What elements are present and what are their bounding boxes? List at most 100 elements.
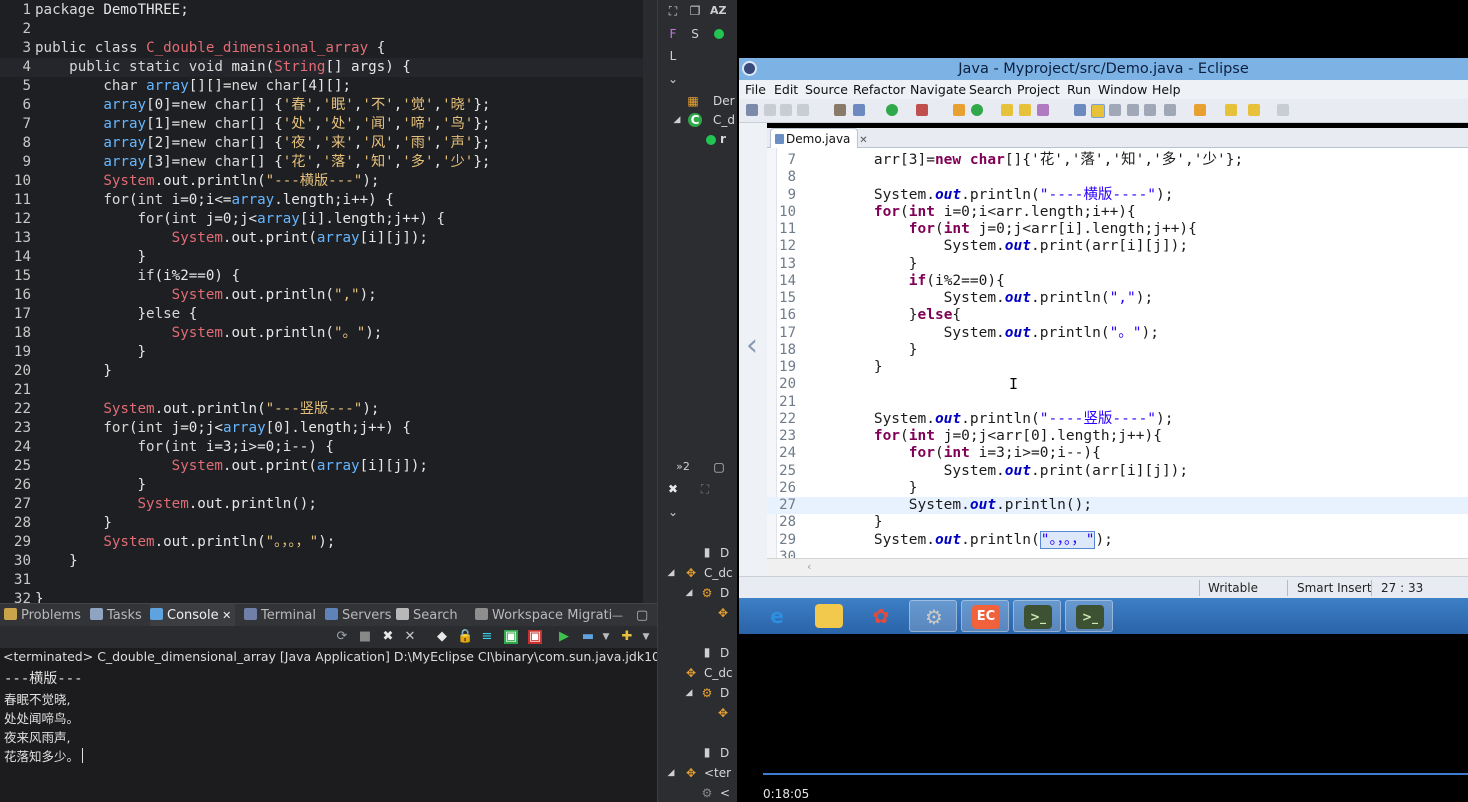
back-icon[interactable] bbox=[1225, 104, 1237, 116]
print-icon[interactable] bbox=[780, 104, 792, 116]
maximize-icon[interactable]: ▢ bbox=[712, 460, 726, 474]
refresh-icon[interactable]: ⟳ bbox=[335, 630, 349, 644]
block-select-icon[interactable] bbox=[1109, 104, 1121, 116]
hide-fields-icon[interactable]: F bbox=[666, 27, 680, 41]
clear-console-icon[interactable]: ◆ bbox=[435, 630, 449, 644]
debug-item[interactable]: < bbox=[720, 786, 730, 800]
scroll-lock-icon[interactable]: 🔒 bbox=[457, 630, 473, 644]
toggle-mark-icon[interactable] bbox=[1074, 104, 1086, 116]
tab-workspace-migrati[interactable]: Workspace Migrati bbox=[475, 604, 616, 627]
new-package-icon[interactable] bbox=[953, 104, 965, 116]
menu-project[interactable]: Project bbox=[1017, 80, 1060, 99]
tab-terminal[interactable]: Terminal bbox=[244, 604, 320, 627]
forward-icon[interactable] bbox=[1248, 104, 1260, 116]
collapse-all-icon[interactable]: ❐ bbox=[688, 4, 702, 18]
taskbar-dos1-button[interactable]: >_ bbox=[1013, 600, 1061, 632]
chevron-down-icon[interactable]: ▼ bbox=[599, 630, 613, 644]
remove-all-icon[interactable]: ✕ bbox=[403, 630, 417, 644]
chevron-left-icon[interactable]: ‹ bbox=[807, 560, 811, 573]
debug-item[interactable]: D bbox=[720, 646, 729, 660]
tab-servers[interactable]: Servers bbox=[325, 604, 395, 627]
menu-file[interactable]: File bbox=[745, 80, 766, 99]
tab-demo-java[interactable]: Demo.java ✕ bbox=[770, 128, 868, 148]
debug-item[interactable]: D bbox=[720, 546, 729, 560]
chevron-left-icon[interactable]: ‹ bbox=[742, 330, 762, 362]
skip-breakpoints-icon[interactable] bbox=[834, 104, 846, 116]
debug-item[interactable]: D bbox=[720, 686, 729, 700]
sort-icon[interactable]: AZ bbox=[710, 4, 727, 18]
word-wrap-icon[interactable] bbox=[1144, 104, 1156, 116]
menu-source[interactable]: Source bbox=[805, 80, 848, 99]
remove-launch-icon[interactable]: ✖ bbox=[381, 630, 395, 644]
overflow-views-icon[interactable]: »2 bbox=[676, 460, 690, 474]
chevron-down-icon[interactable]: ⌄ bbox=[666, 72, 680, 86]
new-class-icon[interactable] bbox=[971, 104, 983, 116]
video-progress-bar[interactable] bbox=[763, 773, 1468, 775]
search-icon[interactable] bbox=[1037, 104, 1049, 116]
debug-item[interactable]: <ter bbox=[704, 766, 731, 780]
tab-tasks[interactable]: Tasks bbox=[90, 604, 146, 627]
debug-item[interactable]: C_dc bbox=[704, 566, 733, 580]
stop-icon[interactable]: ■ bbox=[358, 630, 372, 644]
remove-launch-icon[interactable]: ✖ bbox=[666, 482, 680, 496]
new-icon[interactable] bbox=[746, 104, 758, 116]
external-tools-icon[interactable] bbox=[916, 104, 928, 116]
display-console-icon[interactable]: ▬ bbox=[581, 630, 595, 644]
menu-help[interactable]: Help bbox=[1152, 80, 1181, 99]
debug-item[interactable]: D bbox=[720, 746, 729, 760]
left-code-editor[interactable]: 1 package DemoTHREE; 2 3 public class C_doub… bbox=[0, 0, 657, 603]
next-annotation-icon[interactable] bbox=[1164, 104, 1176, 116]
taskbar-media-button[interactable]: ✿ bbox=[857, 600, 905, 632]
chevron-down-icon[interactable]: ▼ bbox=[639, 630, 653, 644]
menu-edit[interactable]: Edit bbox=[774, 80, 798, 99]
run-icon[interactable] bbox=[886, 104, 898, 116]
open-task-icon[interactable] bbox=[1019, 104, 1031, 116]
debug-icon[interactable] bbox=[853, 104, 865, 116]
word-wrap-icon[interactable]: ≡ bbox=[480, 630, 494, 644]
outline-item-method[interactable]: r bbox=[720, 132, 726, 146]
tab-search[interactable]: Search bbox=[396, 604, 462, 627]
tab-console[interactable]: Console ✕ bbox=[150, 604, 236, 627]
taskbar-ie-button[interactable]: e bbox=[753, 600, 801, 632]
focus-icon[interactable]: ⛶ bbox=[666, 4, 680, 18]
maximize-icon[interactable]: ▢ bbox=[636, 604, 648, 627]
horizontal-scrollbar[interactable]: ‹ bbox=[767, 558, 1468, 576]
copy-icon[interactable] bbox=[797, 104, 809, 116]
remove-all-icon[interactable]: ⛶ bbox=[698, 482, 712, 496]
collapse-arrow-icon[interactable]: ◢ bbox=[682, 686, 696, 700]
minimize-icon[interactable]: — bbox=[612, 604, 623, 627]
eclipse-code-editor[interactable]: 7 arr[3]=new char[]{'花','落','知','多','少'}… bbox=[767, 148, 1468, 558]
show-console-stderr-icon[interactable]: ▣ bbox=[528, 630, 542, 644]
collapse-arrow-icon[interactable]: ◢ bbox=[670, 113, 684, 127]
show-whitespace-icon[interactable] bbox=[1127, 104, 1139, 116]
editor-scrollbar[interactable] bbox=[643, 0, 657, 603]
taskbar-dos2-button[interactable]: >_ bbox=[1065, 600, 1113, 632]
pin-console-icon[interactable]: ▶ bbox=[557, 630, 571, 644]
show-console-stdout-icon[interactable]: ▣ bbox=[504, 630, 518, 644]
collapse-arrow-icon[interactable]: ◢ bbox=[664, 566, 678, 580]
menu-navigate[interactable]: Navigate bbox=[910, 80, 966, 99]
debug-item[interactable]: D bbox=[720, 586, 729, 600]
debug-item[interactable]: C_dc bbox=[704, 666, 733, 680]
menu-run[interactable]: Run bbox=[1067, 80, 1091, 99]
close-icon[interactable]: ✕ bbox=[219, 609, 231, 622]
hide-static-icon[interactable]: S bbox=[688, 27, 702, 41]
previous-annotation-icon[interactable] bbox=[1194, 104, 1206, 116]
taskbar-ec-button[interactable]: EC bbox=[961, 600, 1009, 632]
menu-window[interactable]: Window bbox=[1098, 80, 1147, 99]
open-console-icon[interactable]: ✚ bbox=[620, 630, 634, 644]
open-type-icon[interactable] bbox=[1001, 104, 1013, 116]
tab-problems[interactable]: Problems bbox=[4, 604, 85, 627]
chevron-down-icon[interactable]: ⌄ bbox=[666, 505, 680, 519]
hide-local-icon[interactable]: L bbox=[666, 49, 680, 63]
taskbar-gear-button[interactable]: ⚙ bbox=[909, 600, 957, 632]
taskbar-folder-button[interactable]: ▬ bbox=[805, 600, 853, 632]
close-icon[interactable]: ✕ bbox=[859, 135, 867, 146]
outline-item-class[interactable]: C_d bbox=[713, 113, 735, 127]
outline-item-package[interactable]: Der bbox=[713, 94, 735, 108]
highlight-icon[interactable] bbox=[1091, 104, 1105, 118]
console-output[interactable]: <terminated> C_double_dimensional_array … bbox=[0, 648, 657, 802]
save-icon[interactable] bbox=[764, 104, 776, 116]
collapse-arrow-icon[interactable]: ◢ bbox=[682, 586, 696, 600]
menu-refactor[interactable]: Refactor bbox=[853, 80, 905, 99]
